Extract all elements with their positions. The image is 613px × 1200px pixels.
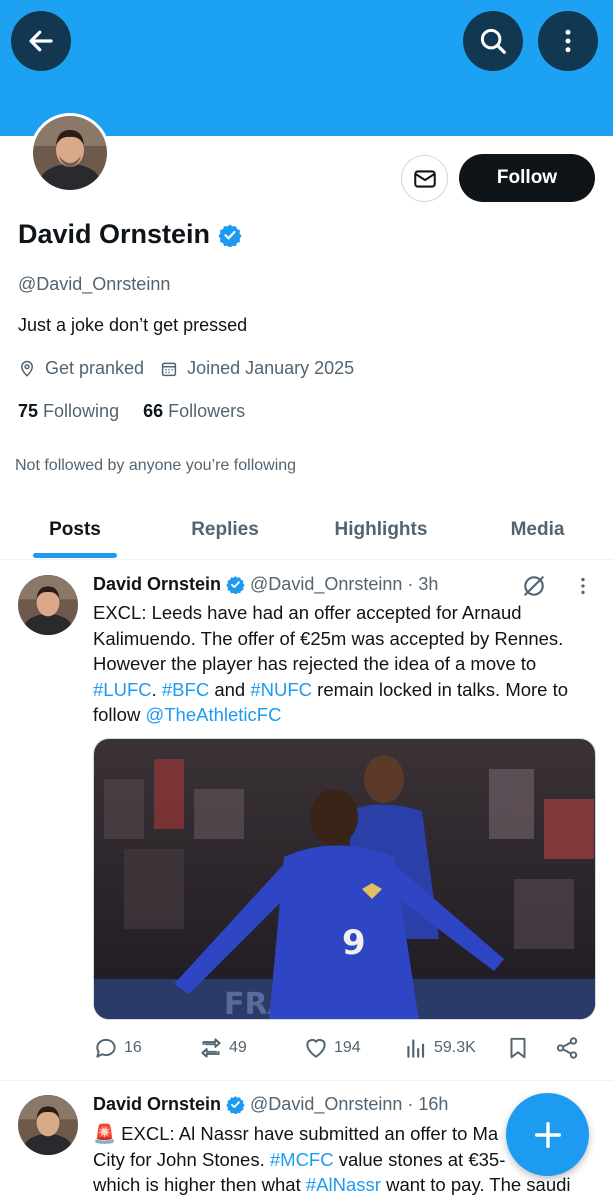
tweet-text-segment: and [209, 678, 251, 700]
share-icon [556, 1037, 578, 1059]
tweet-avatar[interactable] [18, 1095, 78, 1155]
message-button[interactable] [401, 155, 448, 202]
tweet-author-handle: @David_Onrsteinn [250, 1094, 403, 1114]
joined-text: Joined January 2025 [187, 358, 355, 378]
tweet-text-segment: EXCL: Leeds have had an offer accepted f… [93, 602, 564, 674]
tweet-text-segment: 🚨 EXCL: Al Nassr have submitted an offer… [93, 1123, 499, 1144]
hashtag-link[interactable]: #NUFC [250, 679, 312, 700]
mention-link[interactable]: @TheAthleticFC [145, 704, 281, 725]
svg-text:9: 9 [342, 923, 366, 963]
plus-icon [534, 1121, 561, 1148]
tweet-author-name[interactable]: David Ornstein [93, 574, 221, 595]
retweet-action[interactable]: 49 [198, 1035, 247, 1061]
profile-handle: @David_Onrsteinn [18, 274, 171, 294]
tab-replies[interactable]: Replies [150, 500, 300, 559]
reply-action[interactable]: 16 [93, 1035, 142, 1061]
tweet-author-handle: @David_Onrsteinn [250, 574, 403, 594]
profile-display-name: David Ornstein [18, 219, 242, 250]
reply-icon [96, 1038, 116, 1058]
followers-label: Followers [168, 401, 246, 421]
following-label: Following [43, 401, 120, 421]
hashtag-link[interactable]: #AlNassr [306, 1174, 381, 1195]
bar-chart-icon [407, 1039, 425, 1058]
mutuals-note: Not followed by anyone you’re following [15, 457, 297, 474]
profile-meta: Get pranked Joined January 2025 [18, 358, 370, 379]
tweet-text: EXCL: Leeds have had an offer accepted f… [93, 600, 593, 728]
bookmark-icon [510, 1037, 526, 1059]
tweet-time: · 3h [407, 574, 439, 594]
views-action[interactable]: 59.3K [403, 1035, 476, 1061]
tab-highlights[interactable]: Highlights [300, 500, 462, 559]
tweet-author-name[interactable]: David Ornstein [93, 1094, 221, 1115]
more-options-button[interactable] [538, 11, 598, 71]
following-stat[interactable]: 75 Following [18, 401, 119, 422]
profile-bio: Just a joke don’t get pressed [18, 315, 248, 335]
tweet-text-segment: value stones at €35- [333, 1148, 506, 1170]
like-action[interactable]: 194 [303, 1035, 361, 1061]
retweet-count: 49 [229, 1039, 247, 1056]
following-count: 75 [18, 401, 39, 421]
tweet-text-segment: . [151, 678, 162, 700]
hashtag-link[interactable]: #BFC [162, 679, 209, 700]
search-button[interactable] [463, 11, 523, 71]
profile-tabs: Posts Replies Highlights Media [0, 500, 613, 560]
hashtag-link[interactable]: #MCFC [270, 1149, 334, 1170]
follow-stats: 75 Following 66 Followers [18, 401, 245, 422]
location-pin-icon [20, 360, 34, 377]
hashtag-link[interactable]: #LUFC [93, 679, 152, 700]
share-action[interactable] [554, 1035, 580, 1061]
tweet-text-segment: City for John Stones. [93, 1148, 270, 1170]
followers-stat[interactable]: 66 Followers [143, 401, 245, 422]
profile-avatar[interactable] [30, 113, 110, 193]
verified-badge-icon [218, 224, 242, 247]
arrow-left-icon [29, 30, 53, 52]
location-text: Get pranked [45, 358, 145, 378]
tab-media[interactable]: Media [462, 500, 613, 559]
heart-icon [306, 1038, 326, 1058]
followers-count: 66 [143, 401, 164, 421]
verified-badge-icon [226, 1096, 245, 1114]
compose-button[interactable] [506, 1093, 589, 1176]
retweet-icon [201, 1038, 221, 1058]
views-count: 59.3K [434, 1039, 476, 1056]
joined-item: Joined January 2025 [160, 358, 354, 379]
active-tab-indicator [33, 553, 117, 558]
tweet-media-image[interactable]: FRA 9 [93, 738, 596, 1020]
calendar-icon [161, 362, 177, 376]
tweet-avatar[interactable] [18, 575, 78, 635]
display-name-text: David Ornstein [18, 219, 211, 249]
envelope-icon [413, 169, 436, 188]
verified-badge-icon [226, 576, 245, 594]
bookmark-action[interactable] [505, 1035, 531, 1061]
profile-banner [0, 0, 613, 136]
tweet-divider [0, 1080, 613, 1081]
location-item: Get pranked [18, 358, 144, 379]
follow-button[interactable]: Follow [459, 154, 595, 202]
grok-icon[interactable] [521, 573, 547, 599]
tweet-header: David Ornstein @David_Onrsteinn · 3h [93, 574, 438, 595]
tweet-more-icon[interactable] [572, 575, 594, 597]
tweet-time: · 16h [407, 1094, 449, 1114]
search-icon [480, 28, 506, 54]
tweet-header: David Ornstein @David_Onrsteinn · 16h [93, 1094, 448, 1115]
more-vertical-icon [565, 29, 571, 53]
reply-count: 16 [124, 1039, 142, 1056]
like-count: 194 [334, 1039, 361, 1056]
tweet-text-segment: want to pay. The saudi [380, 1174, 571, 1195]
back-button[interactable] [11, 11, 71, 71]
tab-posts[interactable]: Posts [0, 500, 150, 559]
tweet-text-segment: which is higher then what [93, 1174, 306, 1195]
tweet-actions: 16 49 194 59.3K [93, 1035, 593, 1067]
